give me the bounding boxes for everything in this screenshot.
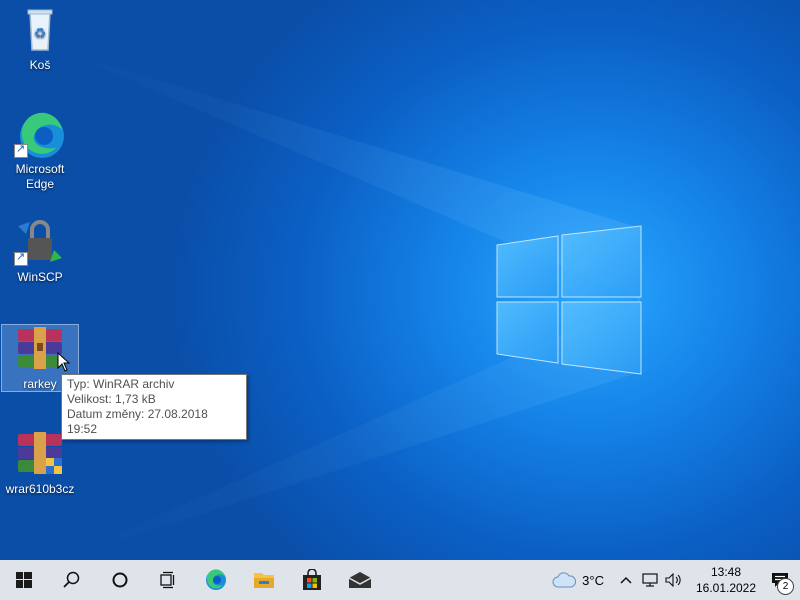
tooltip-size: Velikost: 1,73 kB bbox=[67, 392, 156, 406]
network-button[interactable] bbox=[638, 573, 662, 587]
search-icon bbox=[63, 571, 80, 588]
desktop-icon-label: wrar610b3cz bbox=[5, 482, 75, 496]
volume-button[interactable] bbox=[662, 573, 686, 587]
task-view-icon bbox=[160, 571, 175, 589]
network-icon bbox=[642, 573, 658, 587]
start-icon bbox=[16, 572, 32, 588]
shortcut-arrow-icon bbox=[14, 250, 28, 266]
wallpaper bbox=[60, 50, 642, 560]
clock[interactable]: 13:48 16.01.2022 bbox=[692, 564, 760, 596]
winrar-installer-icon bbox=[12, 430, 68, 478]
mouse-cursor-icon bbox=[57, 352, 71, 372]
notification-count-badge: 2 bbox=[777, 578, 794, 595]
clock-time: 13:48 bbox=[710, 565, 742, 579]
store-icon bbox=[303, 569, 321, 590]
recycle-bin-icon: ♻ bbox=[12, 6, 68, 54]
store-button[interactable] bbox=[288, 560, 336, 600]
desktop-icon-edge[interactable]: Microsoft Edge bbox=[2, 110, 78, 192]
task-view-button[interactable] bbox=[144, 560, 192, 600]
svg-text:♻: ♻ bbox=[34, 25, 47, 41]
clock-date: 16.01.2022 bbox=[695, 581, 757, 595]
action-center-button[interactable]: 2 bbox=[760, 572, 800, 595]
weather-temperature: 3°C bbox=[582, 572, 604, 588]
edge-icon bbox=[206, 569, 226, 590]
chevron-up-icon bbox=[620, 576, 632, 584]
system-tray: 3°C 13:48 16.01.2022 2 bbox=[552, 560, 800, 600]
desktop-icon-label: WinSCP bbox=[17, 270, 63, 284]
shortcut-arrow-icon bbox=[14, 142, 28, 158]
desktop-icon-winscp[interactable]: WinSCP bbox=[2, 218, 78, 285]
cortana-icon bbox=[112, 572, 128, 588]
file-explorer-icon bbox=[254, 573, 274, 588]
taskbar-edge-button[interactable] bbox=[192, 560, 240, 600]
show-hidden-icons-button[interactable] bbox=[614, 576, 638, 584]
search-button[interactable] bbox=[48, 560, 96, 600]
winscp-icon bbox=[12, 218, 68, 266]
desktop-icon-wrar610b3cz[interactable]: wrar610b3cz bbox=[2, 430, 78, 497]
file-info-tooltip: Typ: WinRAR archiv Velikost: 1,73 kB Dat… bbox=[61, 374, 247, 440]
cortana-button[interactable] bbox=[96, 560, 144, 600]
tooltip-modified: Datum změny: 27.08.2018 19:52 bbox=[67, 407, 208, 436]
desktop-icon-recycle-bin[interactable]: ♻ Koš bbox=[2, 6, 78, 73]
edge-icon bbox=[12, 110, 68, 158]
desktop-icon-label: Koš bbox=[29, 58, 51, 72]
file-explorer-button[interactable] bbox=[240, 560, 288, 600]
mail-button[interactable] bbox=[336, 560, 384, 600]
mail-icon bbox=[348, 572, 372, 588]
tooltip-type: Typ: WinRAR archiv bbox=[67, 377, 175, 391]
speaker-icon bbox=[665, 573, 681, 587]
weather-widget[interactable]: 3°C bbox=[552, 572, 604, 588]
start-button[interactable] bbox=[0, 560, 48, 600]
desktop-icon-label: Microsoft Edge bbox=[15, 162, 65, 191]
cloud-icon bbox=[552, 572, 577, 588]
taskbar: 3°C 13:48 16.01.2022 2 bbox=[0, 560, 800, 600]
